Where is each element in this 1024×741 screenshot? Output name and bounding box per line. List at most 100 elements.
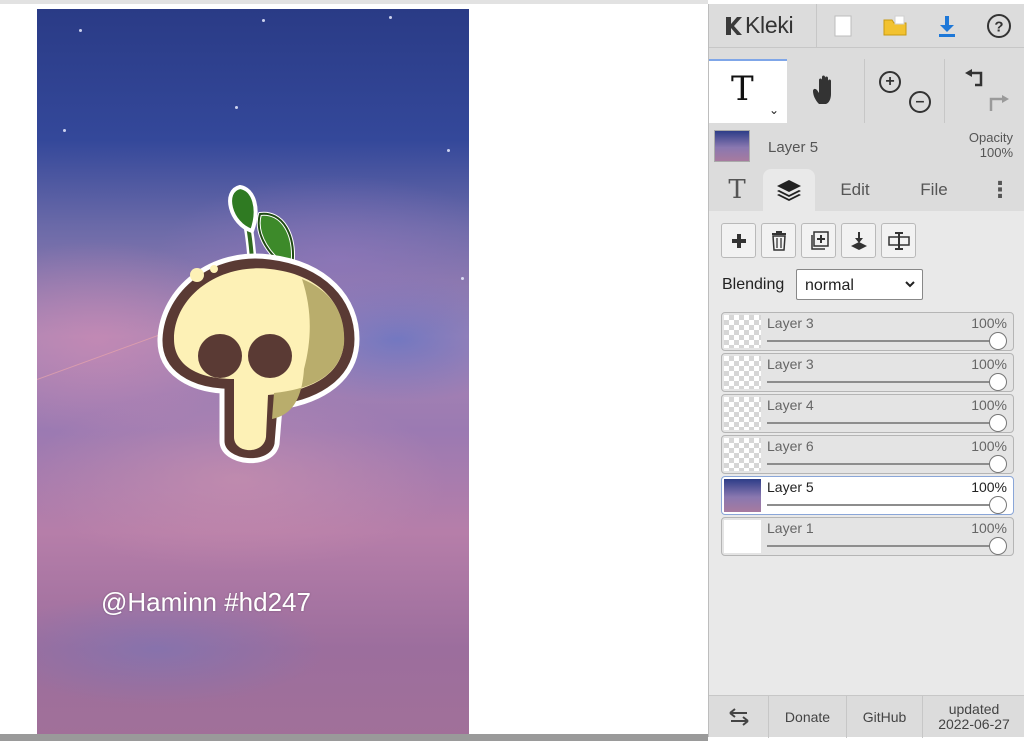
layer-row[interactable]: Layer 1 100% — [721, 517, 1014, 556]
tool-selector-row: T ⌄ + – — [709, 59, 1024, 123]
text-tool-button[interactable]: T ⌄ — [709, 59, 787, 123]
window-bottom-edge — [0, 734, 708, 741]
layer-row[interactable]: Layer 4 100% — [721, 394, 1014, 433]
layer-opacity-slider[interactable] — [767, 463, 999, 465]
layers-icon — [777, 180, 801, 201]
app-name: Kleki — [745, 12, 794, 38]
delete-layer-button[interactable] — [761, 223, 796, 258]
hand-tool-icon — [812, 75, 831, 104]
tab-layers[interactable] — [763, 169, 815, 211]
layer-opacity-slider[interactable] — [767, 381, 999, 383]
layer-opacity-handle[interactable] — [989, 414, 1007, 432]
artist-watermark-text: @Haminn #hd247 — [101, 587, 311, 617]
open-folder-icon — [883, 15, 907, 35]
help-button[interactable]: ? — [973, 4, 1024, 48]
open-image-button[interactable] — [869, 4, 921, 48]
merge-down-icon — [850, 231, 867, 250]
layer-thumbnail — [724, 356, 761, 389]
layer-row[interactable]: Layer 6 100% — [721, 435, 1014, 474]
layer-name: Layer 3 — [767, 315, 814, 331]
opacity-label: Opacity — [968, 130, 1013, 145]
download-button[interactable] — [921, 4, 973, 48]
current-layer-header: Layer 5 Opacity 100% — [709, 126, 1024, 166]
star-dot — [447, 149, 450, 152]
layer-thumbnail — [724, 397, 761, 430]
current-layer-thumbnail — [714, 130, 750, 162]
layer-list: Layer 3 100% Layer 3 100% Layer 4 100% L… — [721, 312, 1014, 558]
svg-text:?: ? — [994, 18, 1003, 35]
history-controls — [945, 59, 1023, 123]
layer-row[interactable]: Layer 3 100% — [721, 312, 1014, 351]
more-menu-icon[interactable]: ⋮ — [987, 169, 1013, 211]
mushroom-skull-illustration — [157, 184, 360, 463]
star-dot — [389, 16, 392, 19]
delete-layer-icon — [771, 230, 786, 251]
new-image-icon — [834, 15, 852, 36]
github-link[interactable]: GitHub — [847, 696, 923, 738]
duplicate-layer-button[interactable] — [801, 223, 836, 258]
layer-name: Layer 1 — [767, 520, 814, 536]
layer-opacity-value: 100% — [971, 397, 1007, 413]
zoom-out-icon[interactable]: – — [909, 91, 931, 113]
star-dot — [461, 277, 464, 280]
help-icon: ? — [987, 13, 1011, 38]
blending-mode-select[interactable]: normal — [796, 269, 923, 300]
layer-opacity-slider[interactable] — [767, 504, 999, 506]
swap-panel-side-button[interactable] — [709, 696, 769, 738]
layer-thumbnail — [724, 315, 761, 348]
chevron-down-icon — [905, 281, 915, 288]
layer-opacity-handle[interactable] — [989, 496, 1007, 514]
chevron-down-icon[interactable]: ⌄ — [769, 103, 779, 117]
zoom-in-icon[interactable]: + — [879, 71, 901, 93]
layer-opacity-handle[interactable] — [989, 537, 1007, 555]
text-tool-icon: T — [731, 69, 754, 109]
kleki-logo[interactable]: Kleki — [709, 3, 817, 48]
tab-edit[interactable]: Edit — [825, 169, 885, 211]
star-dot — [262, 19, 265, 22]
redo-icon[interactable] — [987, 91, 1013, 115]
layer-row[interactable]: Layer 3 100% — [721, 353, 1014, 392]
kleki-logo-icon — [726, 16, 742, 35]
changelog-link[interactable]: updated 2022-06-27 — [923, 696, 1024, 738]
opacity-value: 100% — [979, 145, 1013, 160]
new-image-button[interactable] — [817, 4, 869, 48]
layer-opacity-value: 100% — [971, 520, 1007, 536]
current-layer-opacity[interactable]: Opacity 100% — [969, 130, 1013, 160]
layer-row-active[interactable]: Layer 5 100% — [721, 476, 1014, 515]
blending-mode-value: normal — [805, 277, 854, 294]
zoom-controls: + – — [865, 59, 945, 123]
add-layer-button[interactable] — [721, 223, 756, 258]
layer-thumbnail — [724, 479, 761, 512]
current-layer-name: Layer 5 — [768, 139, 819, 156]
layer-thumbnail — [724, 438, 761, 471]
layer-opacity-slider[interactable] — [767, 422, 999, 424]
layer-action-buttons — [721, 223, 916, 258]
swap-arrows-icon — [728, 708, 749, 726]
layer-opacity-slider[interactable] — [767, 545, 999, 547]
add-layer-icon — [731, 233, 746, 248]
updated-label: updated — [948, 701, 1000, 717]
layer-name: Layer 5 — [767, 479, 814, 495]
merge-down-button[interactable] — [841, 223, 876, 258]
download-icon — [939, 15, 955, 37]
hand-tool-button[interactable] — [787, 59, 865, 123]
tab-tool-settings[interactable]: T — [713, 169, 761, 211]
star-dot — [63, 129, 66, 132]
panel-tabs: T Edit File ⋮ — [709, 169, 1024, 211]
drawing-canvas[interactable]: @Haminn #hd247 — [37, 9, 469, 736]
donate-link[interactable]: Donate — [769, 696, 847, 738]
layer-opacity-handle[interactable] — [989, 332, 1007, 350]
updated-date: 2022-06-27 — [938, 716, 1010, 732]
undo-icon[interactable] — [963, 69, 989, 93]
star-dot — [79, 29, 82, 32]
layer-opacity-handle[interactable] — [989, 455, 1007, 473]
duplicate-layer-icon — [810, 230, 829, 250]
layer-thumbnail — [724, 520, 761, 553]
rename-layer-button[interactable] — [881, 223, 916, 258]
layer-opacity-handle[interactable] — [989, 373, 1007, 391]
kleki-side-panel: Kleki ? T ⌄ + – Layer 5 Opacity 100% T E… — [708, 3, 1024, 738]
layer-opacity-value: 100% — [971, 356, 1007, 372]
layer-opacity-slider[interactable] — [767, 340, 999, 342]
canvas-workspace[interactable]: @Haminn #hd247 — [0, 0, 708, 741]
tab-file[interactable]: File — [905, 169, 963, 211]
